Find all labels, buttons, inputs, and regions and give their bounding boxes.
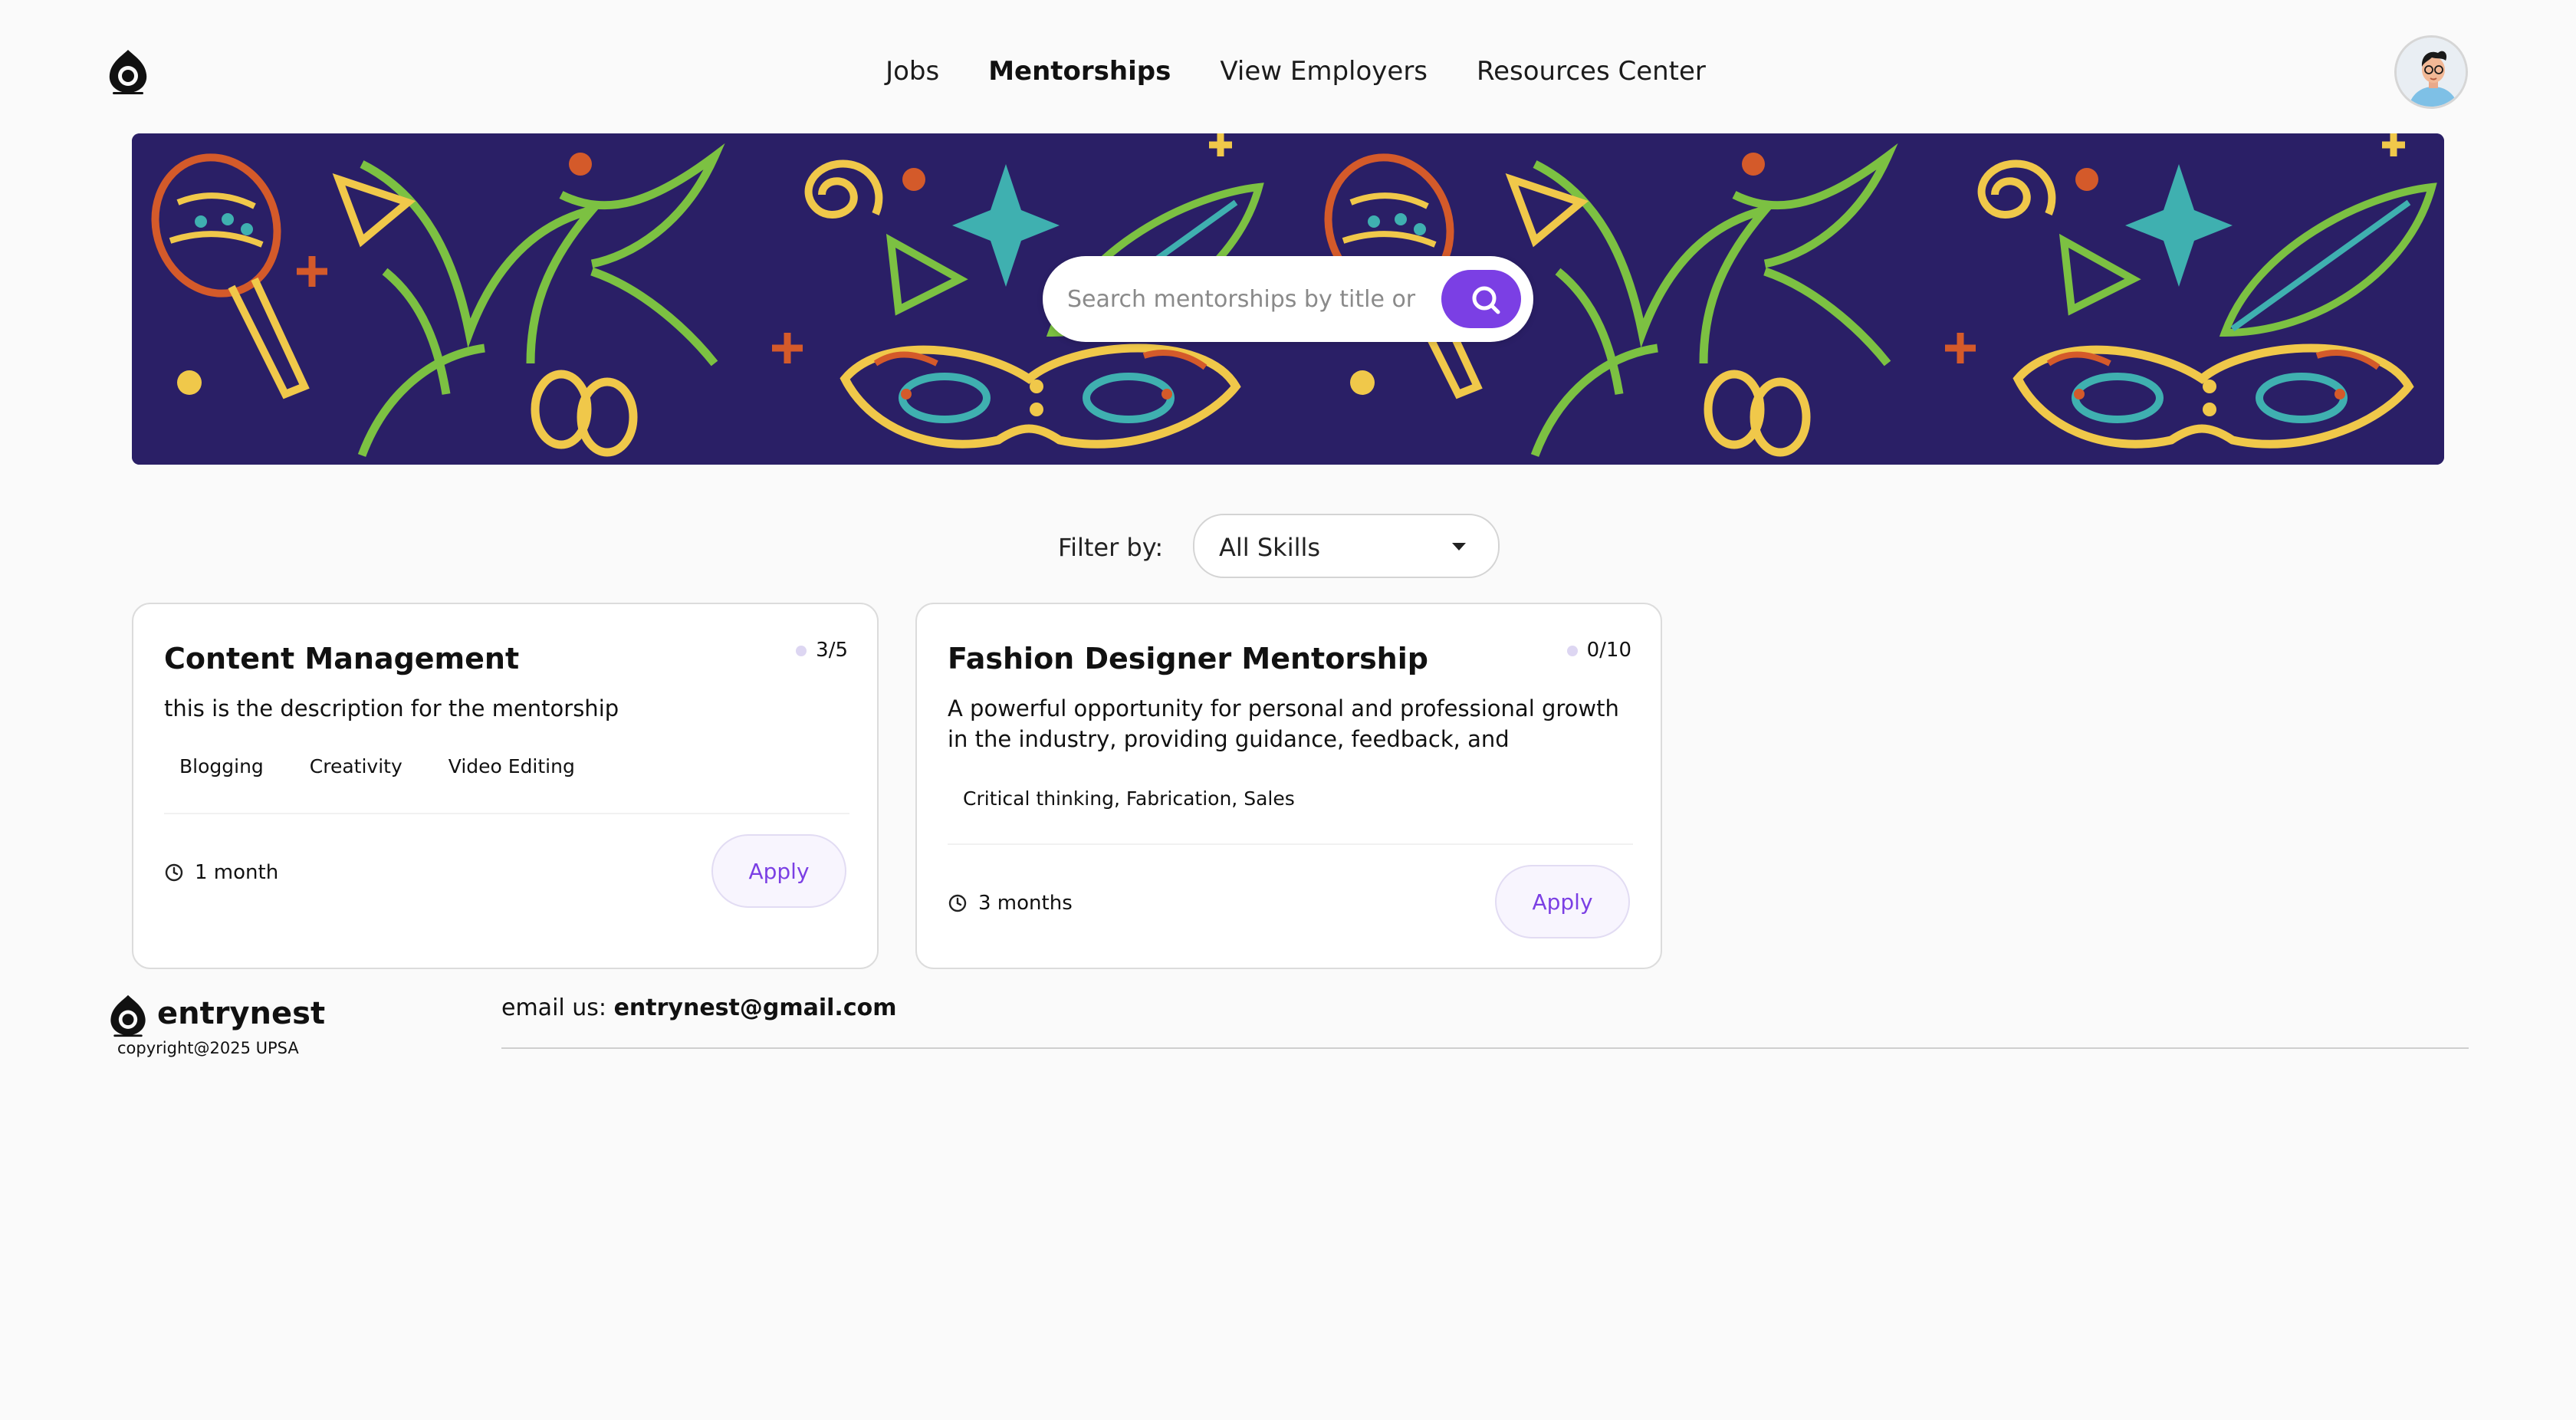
footer-brand: entrynest — [157, 996, 326, 1031]
mentorship-card[interactable]: Fashion Designer Mentorship 0/10 A power… — [915, 603, 1662, 969]
skill-tags: Blogging Creativity Video Editing — [164, 750, 590, 784]
filter-label: Filter by: — [1058, 533, 1164, 562]
slots-count-value: 3/5 — [816, 639, 848, 662]
skills-filter-select[interactable]: All Skills — [1193, 514, 1500, 578]
slots-count: 0/10 — [1566, 635, 1631, 666]
status-dot-icon — [796, 645, 807, 656]
header: Jobs Mentorships View Employers Resource… — [0, 0, 2576, 133]
mentorship-duration: 1 month — [164, 859, 278, 886]
mentorship-description: A powerful opportunity for personal and … — [948, 695, 1619, 752]
search-button[interactable] — [1441, 270, 1521, 328]
skill-tag: Creativity — [294, 750, 418, 784]
nav-mentorships[interactable]: Mentorships — [988, 52, 1171, 90]
skill-tags: Critical thinking, Fabrication, Sales — [948, 782, 1310, 816]
main-nav: Jobs Mentorships View Employers Resource… — [0, 52, 2576, 90]
mentorship-duration: 3 months — [948, 889, 1073, 917]
nav-jobs[interactable]: Jobs — [886, 52, 939, 90]
user-avatar[interactable] — [2394, 35, 2468, 109]
skill-tag: Critical thinking, Fabrication, Sales — [948, 782, 1310, 816]
nav-resources-center[interactable]: Resources Center — [1477, 52, 1706, 90]
skill-tag: Video Editing — [432, 750, 590, 784]
footer-copyright: copyright@2025 UPSA — [117, 1039, 299, 1057]
skill-tag: Blogging — [164, 750, 279, 784]
apply-button[interactable]: Apply — [711, 834, 846, 908]
status-dot-icon — [1566, 645, 1578, 656]
apply-button[interactable]: Apply — [1495, 865, 1630, 938]
footer-divider — [501, 1047, 2469, 1049]
mentorship-title: Content Management — [164, 642, 520, 675]
email-prefix: email us: — [501, 994, 607, 1021]
slots-count: 3/5 — [796, 635, 848, 666]
footer-email: email us: entrynest@gmail.com — [501, 992, 896, 1024]
duration-label: 3 months — [978, 892, 1073, 915]
filter-selected-value: All Skills — [1219, 533, 1321, 562]
duration-label: 1 month — [195, 861, 279, 884]
hero-banner — [132, 133, 2444, 465]
mentorship-card[interactable]: Content Management 3/5 this is the descr… — [132, 603, 879, 969]
search-box — [1043, 256, 1533, 342]
search-input[interactable] — [1066, 278, 1418, 320]
nav-view-employers[interactable]: View Employers — [1220, 52, 1428, 90]
clock-icon — [165, 863, 183, 882]
clock-icon — [948, 894, 967, 912]
mentorship-title: Fashion Designer Mentorship — [948, 642, 1428, 675]
mentorship-description: this is the description for the mentorsh… — [164, 695, 619, 722]
search-icon — [1472, 286, 1500, 314]
card-divider — [948, 843, 1633, 845]
avatar-illustration-icon — [2397, 38, 2466, 107]
chevron-down-icon — [1452, 543, 1466, 551]
card-divider — [164, 813, 849, 814]
email-link[interactable]: entrynest@gmail.com — [614, 994, 897, 1021]
slots-count-value: 0/10 — [1586, 639, 1631, 662]
entrynest-logo-icon — [110, 994, 146, 1037]
